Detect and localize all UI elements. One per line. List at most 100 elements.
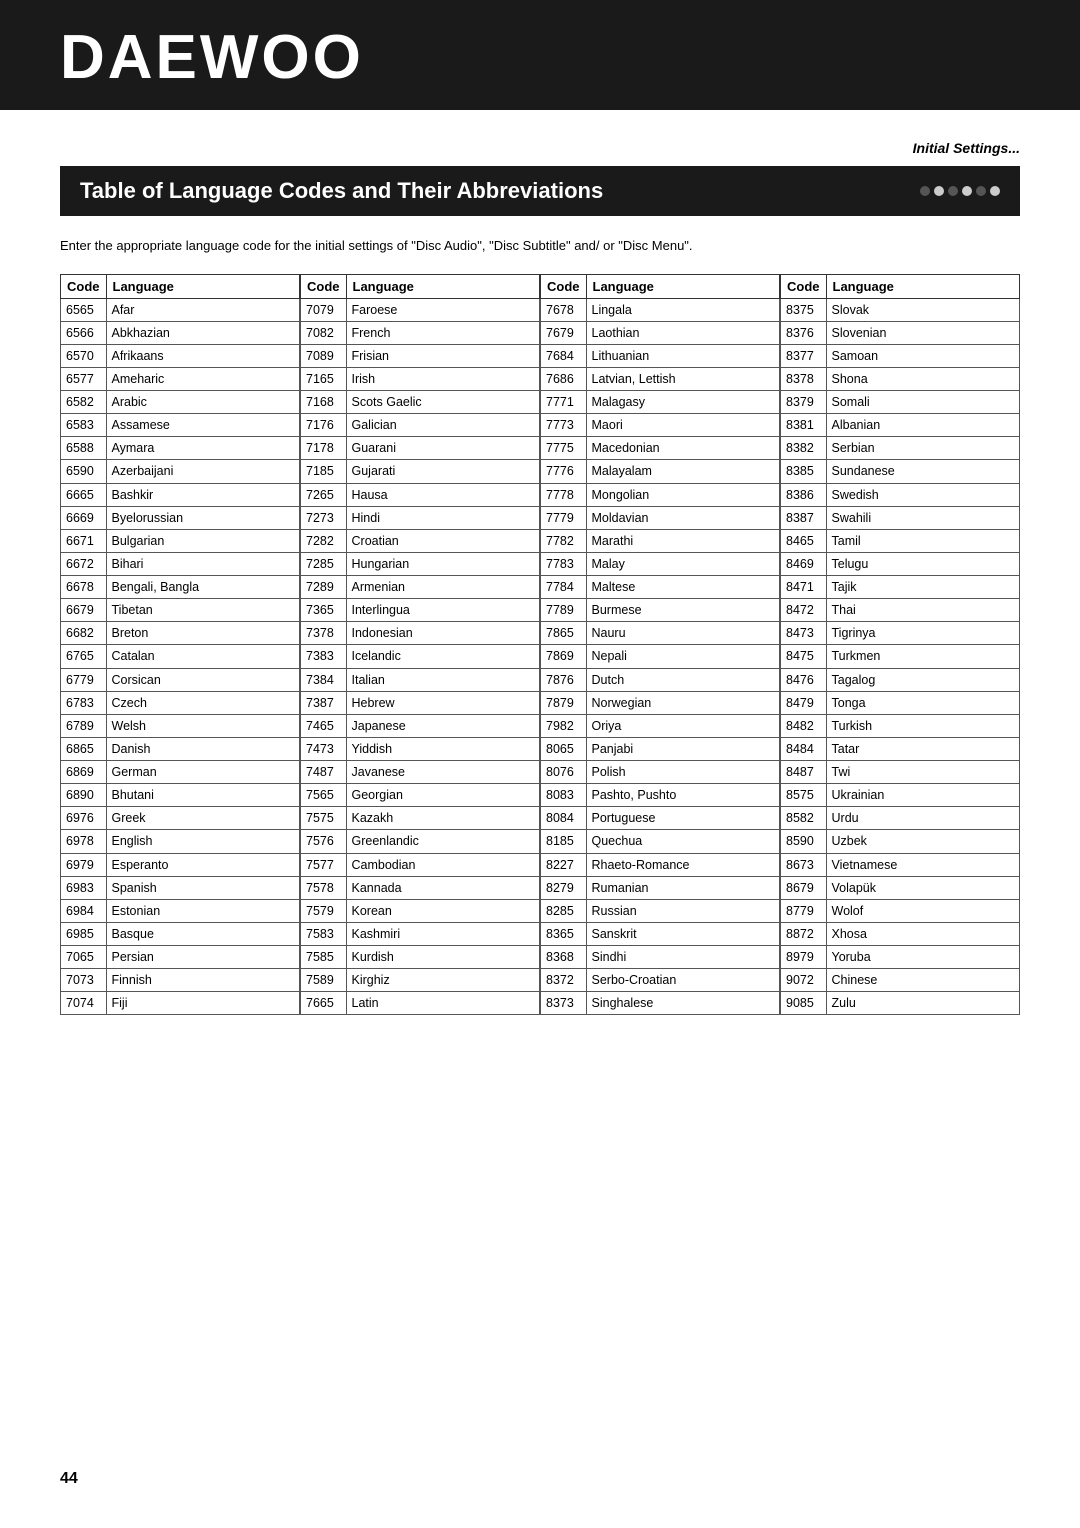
table-row: 7876Dutch <box>541 668 780 691</box>
language-code: 7771 <box>541 391 587 414</box>
language-name: Nauru <box>586 622 780 645</box>
language-code: 7784 <box>541 576 587 599</box>
language-name: Afar <box>106 298 300 321</box>
table-row: 6566Abkhazian <box>61 321 300 344</box>
language-name: Quechua <box>586 830 780 853</box>
language-name: Maori <box>586 414 780 437</box>
table-row: 7178Guarani <box>301 437 540 460</box>
header: DAEWOO <box>0 0 1080 110</box>
language-code: 7782 <box>541 529 587 552</box>
language-code: 6984 <box>61 899 107 922</box>
language-name: Cambodian <box>346 853 540 876</box>
language-code: 6570 <box>61 344 107 367</box>
language-name: Chinese <box>826 969 1020 992</box>
table-row: 7165Irish <box>301 367 540 390</box>
table-row: 8381Albanian <box>781 414 1020 437</box>
language-name: Polish <box>586 761 780 784</box>
language-code: 6577 <box>61 367 107 390</box>
col-header-code-4: Code <box>781 274 827 298</box>
language-name: Russian <box>586 899 780 922</box>
language-name: Kazakh <box>346 807 540 830</box>
language-code: 7383 <box>301 645 347 668</box>
svg-text:DAEWOO: DAEWOO <box>60 23 364 90</box>
language-name: Malay <box>586 552 780 575</box>
language-code: 7789 <box>541 599 587 622</box>
language-code: 6671 <box>61 529 107 552</box>
language-code: 7473 <box>301 737 347 760</box>
language-name: Japanese <box>346 714 540 737</box>
table-row: 7775Macedonian <box>541 437 780 460</box>
language-code: 8582 <box>781 807 827 830</box>
language-code: 8382 <box>781 437 827 460</box>
language-name: Latvian, Lettish <box>586 367 780 390</box>
language-name: Rumanian <box>586 876 780 899</box>
language-name: Ukrainian <box>826 784 1020 807</box>
language-code: 6983 <box>61 876 107 899</box>
table-row: 7879Norwegian <box>541 691 780 714</box>
language-name: Esperanto <box>106 853 300 876</box>
table-row: 8375Slovak <box>781 298 1020 321</box>
language-name: Frisian <box>346 344 540 367</box>
language-code: 6978 <box>61 830 107 853</box>
table-row: 8373Singhalese <box>541 992 780 1015</box>
table-row: 8779Wolof <box>781 899 1020 922</box>
language-code: 6582 <box>61 391 107 414</box>
table-row: 6985Basque <box>61 922 300 945</box>
table-row: 8385Sundanese <box>781 460 1020 483</box>
table-row: 6565Afar <box>61 298 300 321</box>
language-code: 7686 <box>541 367 587 390</box>
language-code: 7289 <box>301 576 347 599</box>
language-code: 8472 <box>781 599 827 622</box>
daewoo-logo: DAEWOO <box>60 20 380 90</box>
language-name: Kashmiri <box>346 922 540 945</box>
table-row: 6765Catalan <box>61 645 300 668</box>
language-code: 7585 <box>301 946 347 969</box>
language-code: 7578 <box>301 876 347 899</box>
language-code: 6789 <box>61 714 107 737</box>
table-row: 8872Xhosa <box>781 922 1020 945</box>
table-row: 7578Kannada <box>301 876 540 899</box>
language-code: 6669 <box>61 506 107 529</box>
language-code: 6565 <box>61 298 107 321</box>
table-row: 8185Quechua <box>541 830 780 853</box>
language-name: Oriya <box>586 714 780 737</box>
table-row: 7575Kazakh <box>301 807 540 830</box>
language-name: Kannada <box>346 876 540 899</box>
language-name: Twi <box>826 761 1020 784</box>
language-code: 7678 <box>541 298 587 321</box>
table-row: 8387Swahili <box>781 506 1020 529</box>
language-code: 8590 <box>781 830 827 853</box>
table-row: 7285Hungarian <box>301 552 540 575</box>
language-code: 8471 <box>781 576 827 599</box>
table-row: 8679Volapük <box>781 876 1020 899</box>
dot-3 <box>948 186 958 196</box>
language-code: 6783 <box>61 691 107 714</box>
table-row: 6979Esperanto <box>61 853 300 876</box>
language-code: 8575 <box>781 784 827 807</box>
language-code: 8378 <box>781 367 827 390</box>
logo-container: DAEWOO <box>60 20 380 90</box>
table-row: 7665Latin <box>301 992 540 1015</box>
language-code: 7783 <box>541 552 587 575</box>
col-header-lang-3: Language <box>586 274 780 298</box>
language-name: Estonian <box>106 899 300 922</box>
language-name: Corsican <box>106 668 300 691</box>
language-code: 7384 <box>301 668 347 691</box>
language-name: Maltese <box>586 576 780 599</box>
language-name: Serbian <box>826 437 1020 460</box>
language-code: 6985 <box>61 922 107 945</box>
table-row: 7771Malagasy <box>541 391 780 414</box>
table-row: 7089Frisian <box>301 344 540 367</box>
language-name: Icelandic <box>346 645 540 668</box>
table-row: 8065Panjabi <box>541 737 780 760</box>
table-row: 7585Kurdish <box>301 946 540 969</box>
language-name: Irish <box>346 367 540 390</box>
table-row: 8076Polish <box>541 761 780 784</box>
language-name: Tagalog <box>826 668 1020 691</box>
table-row: 6583Assamese <box>61 414 300 437</box>
language-code: 8377 <box>781 344 827 367</box>
language-code: 6682 <box>61 622 107 645</box>
language-code: 6779 <box>61 668 107 691</box>
language-code: 9085 <box>781 992 827 1015</box>
language-code: 8376 <box>781 321 827 344</box>
